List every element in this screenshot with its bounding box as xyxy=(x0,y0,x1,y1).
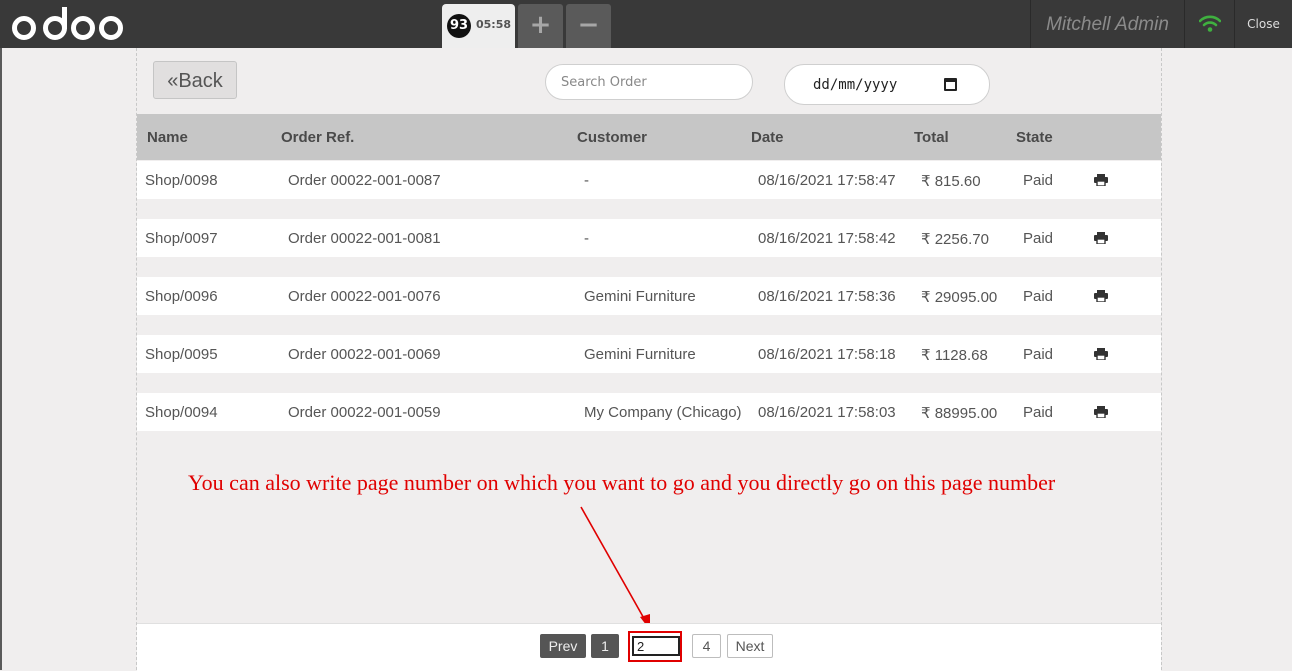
page-1-button[interactable]: 1 xyxy=(591,634,619,658)
prev-page-button[interactable]: Prev xyxy=(540,634,586,658)
page-4-button[interactable]: 4 xyxy=(692,634,721,658)
next-page-button[interactable]: Next xyxy=(727,634,773,658)
annotation-arrow xyxy=(580,506,650,630)
page-number-input[interactable] xyxy=(632,636,680,656)
